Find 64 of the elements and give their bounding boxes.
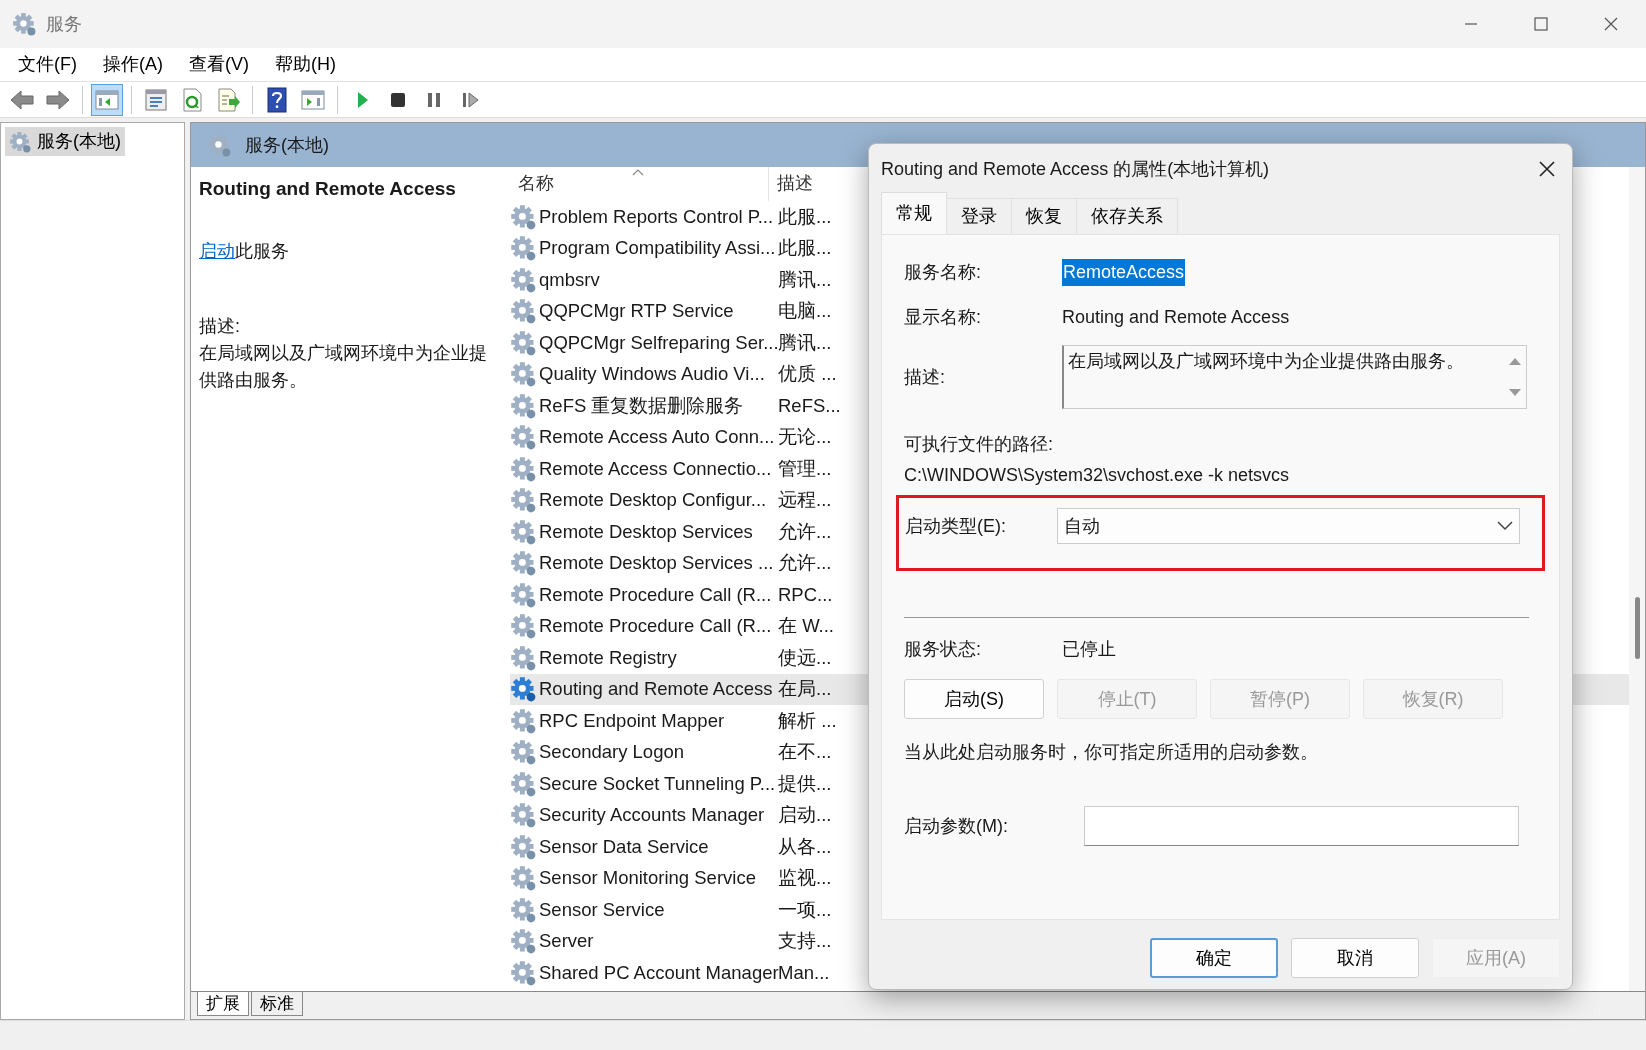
service-name-cell-text: Remote Procedure Call (R... <box>539 614 772 639</box>
service-name-cell-text: Sensor Data Service <box>539 834 709 859</box>
hint-text: 当从此处启动服务时，你可指定所适用的启动参数。 <box>904 741 1319 764</box>
description-cell-text: 优质 ... <box>777 362 838 387</box>
service-name-cell-text: QQPCMgr RTP Service <box>539 299 734 324</box>
service-name-cell-text: Quality Windows Audio Vi... <box>539 362 765 387</box>
description-cell-text: 解析 ... <box>777 708 838 733</box>
service-name-cell-text: Remote Desktop Configur... <box>539 488 767 513</box>
service-name-cell-text: QQPCMgr Selfreparing Ser... <box>539 330 779 355</box>
description-cell-text: 支持... <box>777 929 833 954</box>
service-name-cell-text: RPC Endpoint Mapper <box>539 708 725 733</box>
service-name-cell-text: Server <box>539 929 594 954</box>
description-cell-text: 启动... <box>777 803 833 828</box>
service-name-cell-text: Remote Access Connectio... <box>539 456 772 481</box>
service-name-cell-text: Program Compatibility Assi... <box>539 236 776 261</box>
service-name-cell-text: Secure Socket Tunneling P... <box>539 771 776 796</box>
service-name-cell-text: Shared PC Account Manager <box>539 960 779 985</box>
description-value: 在局域网以及广域网环境中为企业提供路由服务。 <box>1068 350 1464 373</box>
description-cell-text: 电脑... <box>777 299 833 324</box>
description-cell-text: 远程... <box>777 488 833 513</box>
description-cell-text: 腾讯... <box>777 267 833 292</box>
display-name-value: Routing and Remote Access <box>1062 306 1290 329</box>
service-name-cell-text: qmbsrv <box>539 267 600 292</box>
service-name: Routing and Remote Access <box>199 177 457 201</box>
start-service-text: 启动此服务 <box>199 239 290 263</box>
service-name-value: RemoteAccess <box>1062 259 1186 286</box>
path-label: 可执行文件的路径: <box>904 433 1054 456</box>
dialog-title: Routing and Remote Access 的属性(本地计算机) <box>881 157 1270 181</box>
field-label: 服务名称: <box>904 261 982 284</box>
field-label: 服务状态: <box>904 638 982 661</box>
service-name-cell-text: Secondary Logon <box>539 740 685 765</box>
window-title: 服务 <box>46 12 82 36</box>
description-cell-text: 管理... <box>777 456 833 481</box>
description-cell-text: 允许... <box>777 519 833 544</box>
service-name-cell-text: Remote Desktop Services ... <box>539 551 774 576</box>
description-cell-text: 在不... <box>777 740 833 765</box>
description-cell-text: 在局... <box>777 677 833 702</box>
service-name-cell-text: Problem Reports Control P... <box>539 204 774 229</box>
field-label: 显示名称: <box>904 306 982 329</box>
service-name-cell-text: Remote Registry <box>539 645 677 670</box>
description-cell-text: 使远... <box>777 645 833 670</box>
description-cell-text: RPC... <box>777 582 834 607</box>
status-value: 已停止 <box>1062 638 1116 661</box>
service-name-cell-text: Remote Procedure Call (R... <box>539 582 772 607</box>
field-label: 描述: <box>904 365 946 389</box>
service-name-cell-text: Remote Access Auto Conn... <box>539 425 775 450</box>
field-label: 启动参数(M): <box>904 814 1009 838</box>
description-label: 描述: <box>199 314 241 338</box>
path-value: C:\WINDOWS\System32\svchost.exe -k netsvcs <box>904 464 1291 487</box>
description-cell-text: 允许... <box>777 551 833 576</box>
description-text: 在局域网以及广域网环境中为企业提供路由服务。 <box>199 341 488 392</box>
service-name-cell-text: Security Accounts Manager <box>539 803 765 828</box>
description-cell-text: 从各... <box>777 834 833 859</box>
service-name-cell-text: ReFS 重复数据删除服务 <box>539 393 744 418</box>
description-cell-text: 监视... <box>777 866 833 891</box>
service-name-cell-text: Routing and Remote Access <box>539 677 773 702</box>
description-cell-text: ReFS... <box>777 393 842 418</box>
description-cell-text: 一项... <box>777 897 833 922</box>
service-name-cell-text: Sensor Monitoring Service <box>539 866 756 891</box>
description-cell-text: 在 W... <box>777 614 835 639</box>
service-name-cell-text: Sensor Service <box>539 897 665 922</box>
service-name-cell-text: Remote Desktop Services <box>539 519 753 544</box>
field-label: 启动类型(E): <box>905 514 1007 538</box>
pane-title: 服务(本地) <box>245 133 329 157</box>
